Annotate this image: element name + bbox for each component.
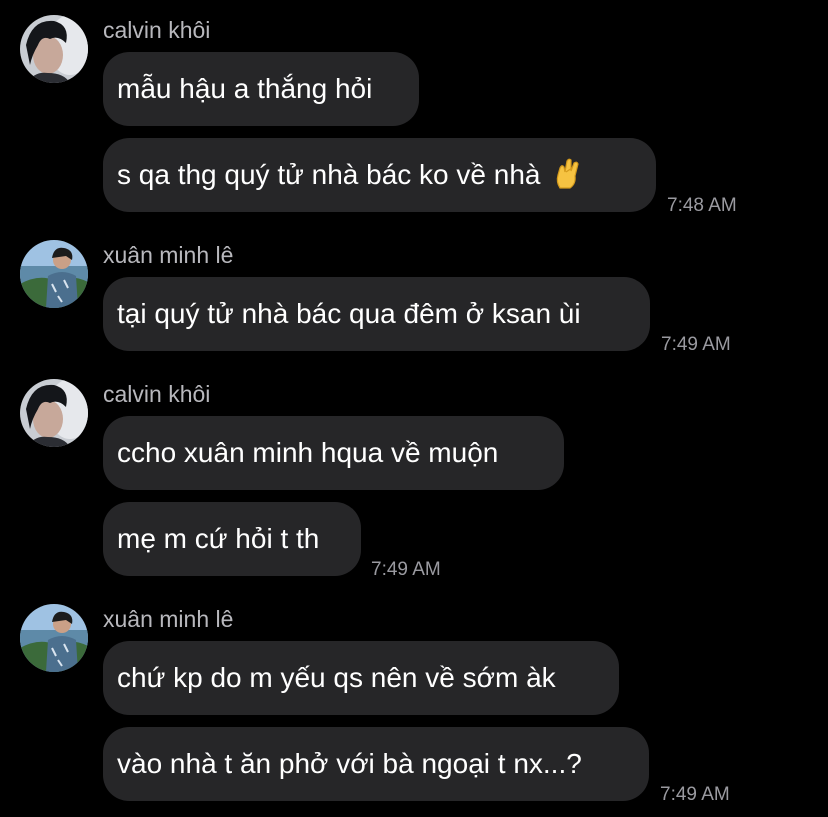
- message-text: chứ kp do m yếu qs nên về sớm àk: [117, 662, 556, 693]
- message-text: s qa thg quý tử nhà bác ko về nhà: [117, 159, 541, 190]
- sender-name: calvin khôi: [103, 381, 211, 407]
- message-text: tại quý tử nhà bác qua đêm ở ksan ùi: [117, 298, 581, 329]
- message-bubble[interactable]: mẫu hậu a thắng hỏi: [103, 52, 419, 126]
- message-bubble[interactable]: vào nhà t ăn phở với bà ngoại t nx...?: [103, 727, 649, 801]
- message-bubble[interactable]: mẹ m cứ hỏi t th: [103, 502, 361, 576]
- sender-name: calvin khôi: [103, 17, 211, 43]
- message-text: mẫu hậu a thắng hỏi: [117, 73, 373, 104]
- avatar-xuan[interactable]: [20, 240, 88, 308]
- crossed-fingers-icon: [554, 144, 580, 218]
- message-bubble[interactable]: s qa thg quý tử nhà bác ko về nhà: [103, 138, 656, 212]
- avatar-calvin[interactable]: [20, 379, 88, 447]
- message-bubble[interactable]: tại quý tử nhà bác qua đêm ở ksan ùi: [103, 277, 650, 351]
- sender-name: xuân minh lê: [103, 242, 234, 268]
- message-text: ccho xuân minh hqua về muộn: [117, 437, 499, 468]
- message-bubble[interactable]: ccho xuân minh hqua về muộn: [103, 416, 564, 490]
- message-timestamp: 7:49 AM: [371, 559, 441, 580]
- avatar-calvin[interactable]: [20, 15, 88, 83]
- message-timestamp: 7:49 AM: [661, 334, 731, 355]
- message-text: vào nhà t ăn phở với bà ngoại t nx...?: [117, 748, 582, 779]
- sender-name: xuân minh lê: [103, 606, 234, 632]
- message-timestamp: 7:48 AM: [667, 195, 737, 216]
- message-text: mẹ m cứ hỏi t th: [117, 523, 320, 554]
- message-timestamp: 7:49 AM: [660, 784, 730, 805]
- avatar-xuan[interactable]: [20, 604, 88, 672]
- message-bubble[interactable]: chứ kp do m yếu qs nên về sớm àk: [103, 641, 619, 715]
